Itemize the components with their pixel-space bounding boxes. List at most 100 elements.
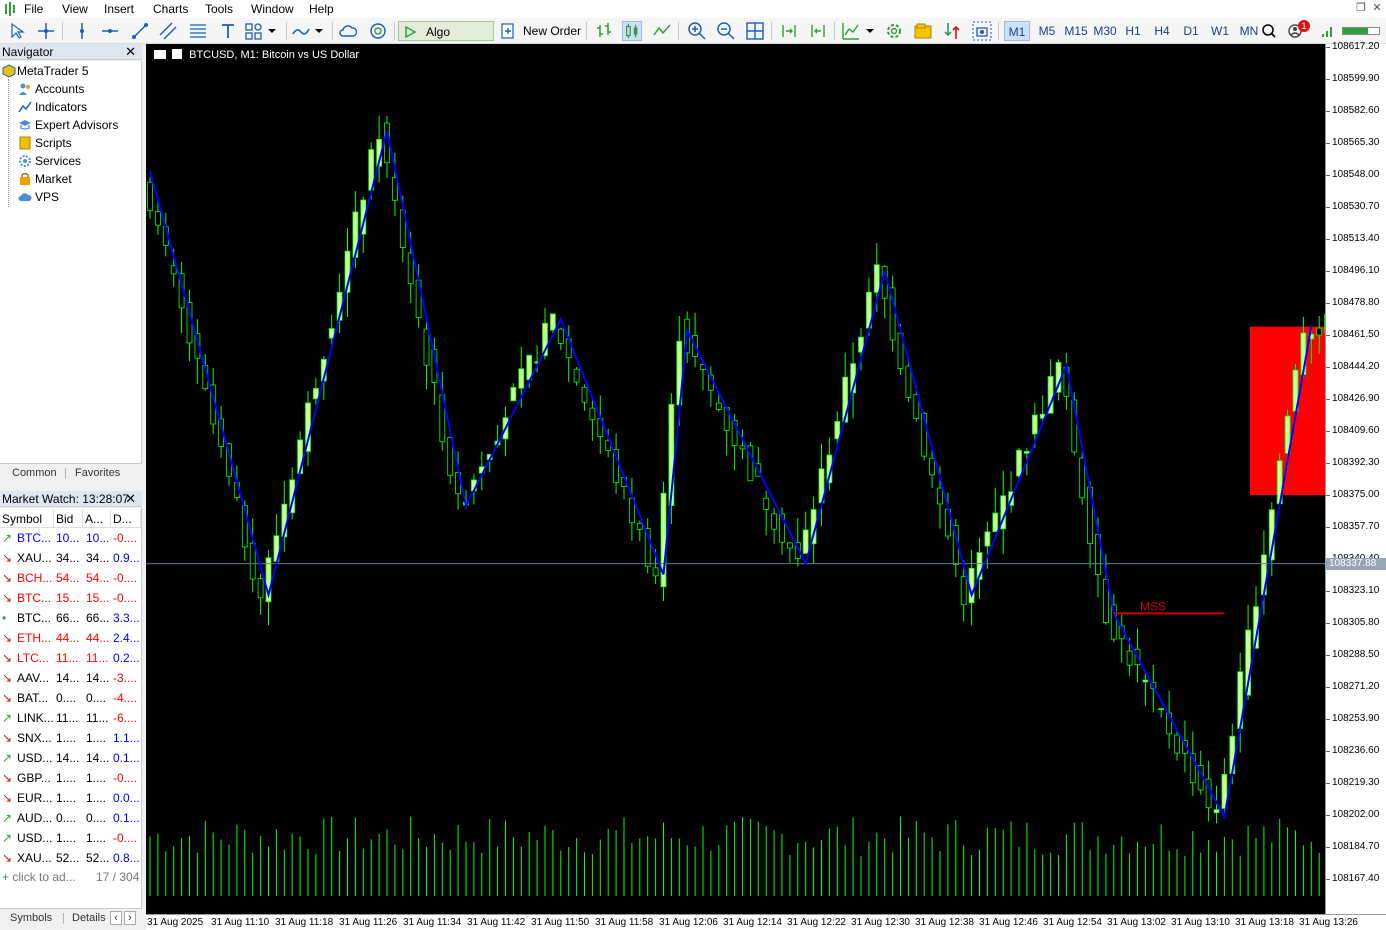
- candle-body: [1158, 708, 1165, 710]
- horizontal-line-icon[interactable]: [100, 21, 120, 41]
- shapes-icon[interactable]: [244, 21, 264, 41]
- ask-cell: 11...: [86, 711, 109, 725]
- column-bid[interactable]: Bid: [54, 510, 83, 528]
- ask-cell: 54...: [86, 571, 110, 585]
- market-watch-row[interactable]: ↘ GBP... 1.... 1.... -0....: [0, 768, 141, 788]
- close-icon[interactable]: ✕: [125, 44, 136, 60]
- market-watch-row[interactable]: ↘ EUR... 1.... 1.... 0.0...: [0, 788, 141, 808]
- add-symbol-hint[interactable]: + click to ad...: [2, 867, 76, 887]
- dropdown-arrow-icon[interactable]: [313, 21, 325, 41]
- search-icon[interactable]: [1261, 21, 1277, 41]
- cloud-icon[interactable]: [338, 21, 358, 41]
- market-watch-row[interactable]: ↘ BTC... 15... 15... -0....: [0, 588, 141, 608]
- dropdown-arrow-icon[interactable]: [266, 21, 278, 41]
- cursor-icon[interactable]: [8, 21, 28, 41]
- chart-shift-icon[interactable]: [808, 21, 828, 41]
- market-watch-row[interactable]: ↘ SNX... 1.... 1.... 1.1...: [0, 728, 141, 748]
- tile-windows-icon[interactable]: [745, 21, 765, 41]
- text-icon[interactable]: [218, 21, 238, 41]
- price-tick: [1326, 431, 1330, 432]
- nav-item-label: Accounts: [35, 82, 85, 96]
- vertical-line-icon[interactable]: [72, 21, 92, 41]
- market-watch-row[interactable]: • BTC... 66... 66... 3.3...: [0, 608, 141, 628]
- menu-tools[interactable]: Tools: [205, 2, 233, 16]
- indicator-line-icon[interactable]: [291, 21, 311, 41]
- candle-body: [147, 181, 153, 212]
- market-watch-row[interactable]: ↗ BTC... 10... 10... -0....: [0, 528, 141, 548]
- fibonacci-icon[interactable]: [188, 21, 208, 41]
- screenshot-icon[interactable]: [972, 21, 992, 41]
- bid-cell: 52...: [56, 851, 80, 865]
- bar-chart-icon[interactable]: [594, 21, 614, 41]
- time-axis[interactable]: 31 Aug 2025 31 Aug 11:10 31 Aug 11:18 31 Au…: [146, 914, 1386, 930]
- tab-common[interactable]: Common: [12, 467, 57, 479]
- timeframe-w1-button[interactable]: W1: [1209, 21, 1231, 41]
- settings-gear-icon[interactable]: [884, 21, 904, 41]
- crosshair-icon[interactable]: [36, 21, 56, 41]
- templates-icon[interactable]: [913, 21, 933, 41]
- market-watch-row[interactable]: ↗ USD... 1.... 1.... -0....: [0, 828, 141, 848]
- daily-change-cell: -3....: [113, 671, 138, 685]
- trendline-icon[interactable]: [130, 21, 150, 41]
- navigator-header: Navigator ✕: [0, 44, 142, 60]
- symbol-cell: XAU...: [17, 851, 52, 865]
- time-label: 31 Aug 11:34: [403, 917, 462, 928]
- plus-icon: +: [2, 870, 10, 884]
- symbol-cell: XAU...: [17, 551, 52, 565]
- channel-icon[interactable]: [158, 21, 178, 41]
- tab-details[interactable]: Details: [72, 912, 106, 924]
- restore-icon[interactable]: ❐: [1354, 1, 1368, 15]
- dropdown-arrow-icon[interactable]: [864, 21, 876, 41]
- trend-arrow-icon: ↘: [2, 691, 13, 705]
- timeframe-m5-button[interactable]: M5: [1034, 21, 1060, 41]
- market-watch-row[interactable]: ↗ AUD... 0.... 0.... 0.1...: [0, 808, 141, 828]
- indicators-list-icon[interactable]: [841, 21, 861, 41]
- market-watch-row[interactable]: ↘ ETH... 44... 44... 2.4...: [0, 628, 141, 648]
- menu-view[interactable]: View: [62, 2, 88, 16]
- timeframe-d1-button[interactable]: D1: [1180, 21, 1202, 41]
- market-watch-row[interactable]: ↘ XAU... 34... 34... 0.9...: [0, 548, 141, 568]
- price-axis[interactable]: 108617.20 108599.90 108582.60 108565.30 1085…: [1325, 41, 1386, 914]
- price-tick: [1326, 111, 1330, 112]
- timeframe-mn-button[interactable]: MN: [1237, 21, 1261, 41]
- column-symbol[interactable]: Symbol: [0, 510, 54, 528]
- market-watch-row[interactable]: ↘ AAV... 14... 14... -3....: [0, 668, 141, 688]
- market-watch-row[interactable]: ↗ LINK... 11... 11... -6....: [0, 708, 141, 728]
- menu-insert[interactable]: Insert: [104, 2, 134, 16]
- scroll-left-icon[interactable]: ‹: [110, 911, 122, 925]
- algo-trading-button[interactable]: Algo Trading: [398, 21, 494, 59]
- buy-sell-icon[interactable]: [942, 21, 962, 41]
- zoom-in-icon[interactable]: [687, 21, 707, 41]
- candle-body: [257, 578, 264, 599]
- menu-file[interactable]: File: [24, 2, 43, 16]
- line-chart-icon[interactable]: [652, 21, 672, 41]
- chart-window[interactable]: MSS BTCUSD, M1: Bitcoin vs US Dollar 108…: [146, 41, 1386, 930]
- timeframe-m15-button[interactable]: M15: [1062, 21, 1090, 41]
- market-watch-row[interactable]: ↘ BCH... 54... 54... -0....: [0, 568, 141, 588]
- close-icon[interactable]: ✕: [1370, 1, 1384, 15]
- market-watch-row[interactable]: ↗ USD... 14... 14... 0.1...: [0, 748, 141, 768]
- candlestick-chart-icon[interactable]: [622, 21, 642, 41]
- menu-charts[interactable]: Charts: [153, 2, 188, 16]
- timeframe-h4-button[interactable]: H4: [1151, 21, 1173, 41]
- tab-symbols[interactable]: Symbols: [10, 912, 52, 924]
- price-chart[interactable]: MSS: [146, 44, 1325, 914]
- timeframe-m1-button[interactable]: M1: [1004, 21, 1030, 41]
- column-daily-change[interactable]: D...: [111, 510, 141, 528]
- zoom-out-icon[interactable]: [716, 21, 736, 41]
- new-order-button[interactable]: New Order: [499, 21, 581, 41]
- market-watch-row[interactable]: ↘ XAU... 52... 52... 0.8...: [0, 848, 141, 868]
- column-ask[interactable]: A...: [83, 510, 111, 528]
- menu-help[interactable]: Help: [309, 2, 334, 16]
- market-watch-row[interactable]: ↘ BAT... 0.... 0.... -4....: [0, 688, 141, 708]
- auto-scroll-icon[interactable]: [779, 21, 799, 41]
- timeframe-h1-button[interactable]: H1: [1122, 21, 1144, 41]
- timeframe-m30-button[interactable]: M30: [1091, 21, 1119, 41]
- scripts-icon: [19, 136, 31, 150]
- signals-icon[interactable]: [368, 21, 388, 41]
- scroll-right-icon[interactable]: ›: [124, 911, 136, 925]
- tab-favorites[interactable]: Favorites: [75, 467, 120, 479]
- menu-window[interactable]: Window: [251, 2, 294, 16]
- market-watch-row[interactable]: ↘ LTC... 11... 11... 0.2...: [0, 648, 141, 668]
- close-icon[interactable]: ✕: [125, 491, 136, 507]
